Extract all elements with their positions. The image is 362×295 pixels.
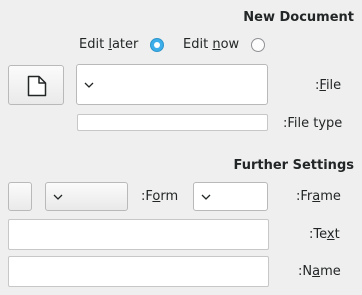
form-color-button[interactable]	[8, 182, 32, 211]
frame-combobox[interactable]	[193, 182, 268, 211]
further-settings-heading: Further Settings	[233, 158, 355, 173]
file-combobox[interactable]	[76, 64, 268, 105]
new-file-button[interactable]	[8, 65, 64, 105]
name-input[interactable]	[8, 256, 269, 287]
chevron-down-icon	[201, 194, 211, 200]
file-type-label: :File type	[283, 116, 343, 131]
edit-now-radio[interactable]	[251, 38, 265, 52]
edit-now-label[interactable]: Edit now	[183, 37, 239, 52]
form-label: :Form	[141, 189, 179, 204]
chevron-down-icon	[84, 82, 94, 88]
edit-later-radio[interactable]	[150, 38, 164, 52]
form-combobox[interactable]	[45, 182, 128, 211]
file-label: :File	[315, 78, 342, 93]
frame-label: :Frame	[296, 189, 341, 204]
text-input[interactable]	[8, 219, 269, 250]
file-type-field[interactable]	[77, 114, 268, 131]
new-document-heading: New Document	[243, 10, 354, 25]
edit-later-label[interactable]: Edit later	[79, 37, 138, 52]
chevron-down-icon	[53, 194, 63, 200]
name-label: :Name	[298, 264, 341, 279]
text-label: :Text	[309, 227, 340, 242]
blank-document-icon	[27, 75, 47, 97]
